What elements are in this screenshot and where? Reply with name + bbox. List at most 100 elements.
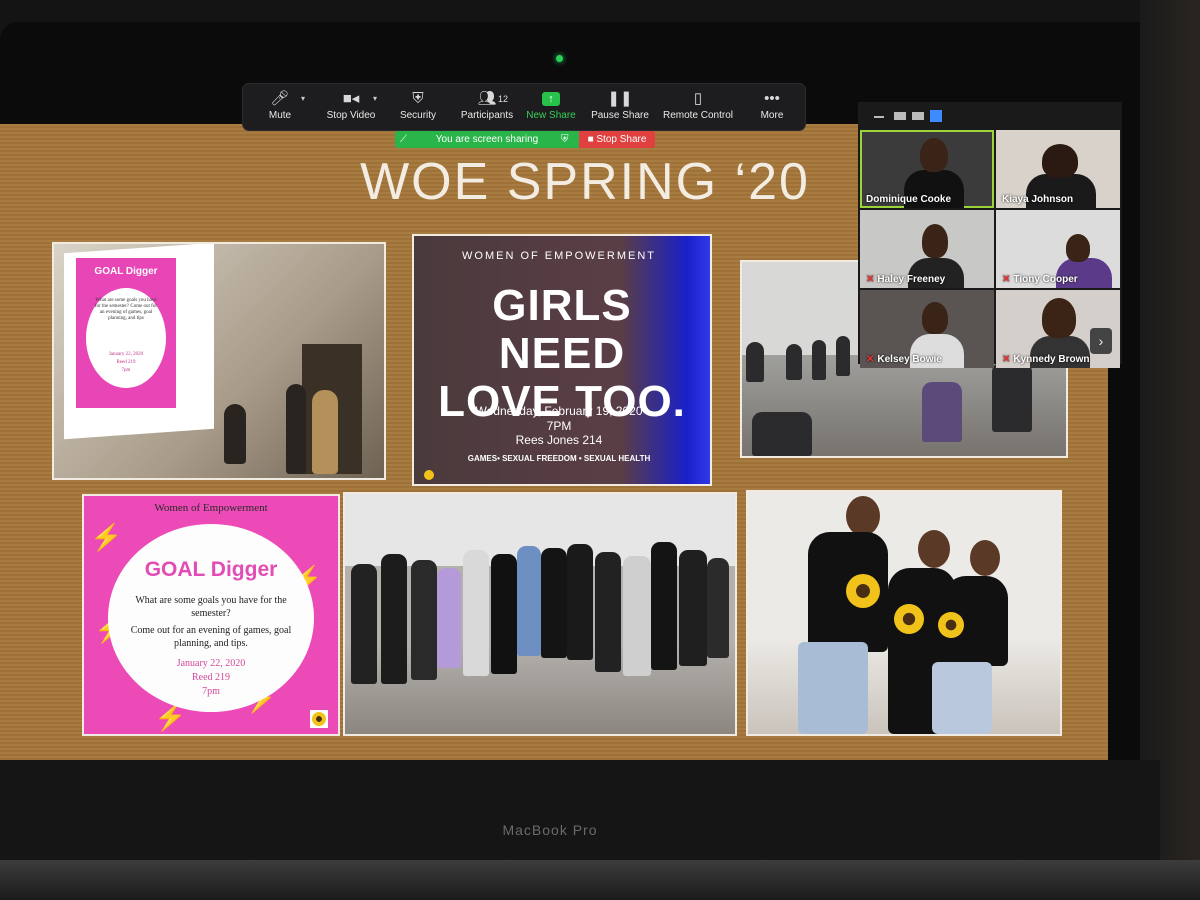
person [463,550,489,676]
more-dots-icon: ••• [764,90,780,107]
sunflower-icon [894,604,924,634]
person [491,554,517,674]
participants-label: Participants [460,110,514,121]
projected-flyer-title: GOAL Digger [94,266,158,277]
participant-tile[interactable]: ✕ Kelsey Bowie [860,290,994,368]
person [381,554,407,684]
projected-flyer-room: Reed 219 [116,360,136,365]
new-share-button[interactable]: ↑ New Share [523,88,579,128]
participant-tile[interactable]: Kiaya Johnson [996,130,1120,208]
laptop-brand-label: MacBook Pro [502,822,598,838]
stop-video-label: Stop Video [326,110,376,121]
person [922,382,962,442]
pause-icon: ❚❚ [607,90,633,107]
sunflower-logo-icon [424,470,434,480]
participant-name: ✕ Tiony Cooper [1002,274,1078,285]
participant-tile[interactable]: ✕ Haley Freeney [860,210,994,288]
participant-face [1042,298,1076,338]
participant-tile[interactable]: ✕ Tiony Cooper [996,210,1120,288]
active-speaker-icon[interactable] [912,112,924,120]
flyer-date: Wednesday, February 19, 2020 [475,404,643,418]
participant-name: Dominique Cooke [866,194,952,205]
projected-flyer-circle: What are some goals you have for the sem… [86,288,166,388]
person [836,336,850,376]
shield-icon: ⛨ [412,90,424,107]
participant-name-text: Tiony Cooper [1013,274,1078,285]
stop-share-label: Stop Share [596,134,647,145]
person [707,558,729,658]
participant-name: ✕ Kelsey Bowie [866,354,942,365]
new-share-label: New Share [526,110,576,121]
minimize-icon[interactable] [874,116,884,118]
participant-tile[interactable]: Dominique Cooke [860,130,994,208]
chevron-up-icon[interactable]: ▾ [301,94,305,103]
sunflower-icon [846,574,880,608]
person-head [918,530,950,568]
security-button[interactable]: ⛨ Security [391,88,445,128]
participants-button[interactable]: 👥︎ Participants [451,88,523,128]
sunflower-icon [312,712,326,726]
person-head [846,496,880,536]
gallery-grid-icon[interactable] [930,110,942,122]
mute-label: Mute [268,110,292,121]
chevron-up-icon[interactable]: ▾ [373,94,377,103]
sunflower-logo-icon [310,710,328,728]
goal-flyer-room: Reed 219 [191,672,231,683]
participant-face [922,224,948,258]
person [224,404,246,464]
goal-flyer-org: Women of Empowerment [154,502,268,514]
goal-flyer-title: GOAL Digger [144,558,278,581]
slide-title: WOE SPRING ‘20 [360,153,810,211]
three-women-photo [748,492,1060,734]
person [752,412,812,456]
mouse-icon: ▯ [693,90,703,107]
goal-digger-flyer: ⚡ ⚡ ⚡ ⚡ ⚡ Women of Empowerment GOAL Digg… [84,496,338,734]
pause-share-button[interactable]: ❚❚ Pause Share [589,88,651,128]
next-page-chevron-icon[interactable]: › [1090,328,1112,354]
screen-sharing-indicator: ⟋ You are screen sharing ⛨ [395,131,579,148]
projected-flyer-date: January 22, 2020 [108,352,144,357]
person [786,344,802,380]
person [411,560,437,680]
person [351,564,377,684]
flyer-tags: GAMES• SEXUAL FREEDOM • SEXUAL HEALTH [467,454,651,463]
stop-share-button[interactable]: ■ Stop Share [579,131,655,148]
muted-mic-icon: ✕ [1002,274,1011,285]
flyer-time: 7PM [546,419,572,433]
participant-face [1066,234,1090,262]
mute-button[interactable]: 🎤︎ Mute [253,88,307,128]
more-button[interactable]: ••• More [747,88,797,128]
laptop-chin [0,760,1160,860]
participant-name: ✕ Kynnedy Brown [1002,354,1090,365]
person [312,390,338,474]
participant-face [920,138,948,172]
participant-name-text: Haley Freeney [877,274,946,285]
participant-name: Kiaya Johnson [1002,194,1074,205]
share-arrow-icon: ↑ [542,92,560,106]
person [286,384,306,474]
participant-face [1042,144,1078,178]
muted-mic-icon: ✕ [866,354,875,365]
person [651,542,677,670]
laptop-base [0,860,1200,900]
person [517,546,541,656]
person [992,362,1032,432]
pause-share-label: Pause Share [591,110,649,121]
participants-icon: 👥︎ [477,90,497,107]
goal-flyer-date: January 22, 2020 [176,658,246,669]
remote-control-button[interactable]: ▯ Remote Control [659,88,737,128]
goal-flyer-question: What are some goals you have for the sem… [135,595,287,619]
flyer-headline-line-1: GIRLS NEED [492,281,632,378]
gallery-view-controls [858,102,1122,128]
flyer-place: Rees Jones 214 [515,433,603,447]
participant-name-text: Kelsey Bowie [877,354,942,365]
speaker-strip-icon[interactable] [894,112,906,120]
person [595,552,621,672]
muted-mic-icon: ✕ [1002,354,1011,365]
participant-count: 12 [498,94,509,104]
zoom-toolbar: 🎤︎ Mute ▾ ■◂ Stop Video ▾ ⛨ Security 👥︎ … [243,84,805,130]
projected-flyer-body: What are some goals you have for the sem… [94,298,158,321]
participant-name: ✕ Haley Freeney [866,274,945,285]
sunflower-icon [938,612,964,638]
lightning-icon: ⚡ [90,522,123,552]
